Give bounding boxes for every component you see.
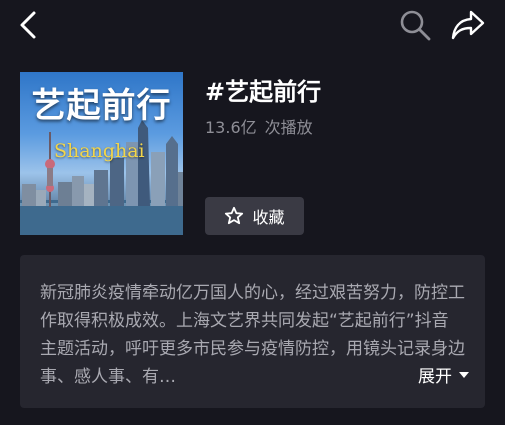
back-chevron-icon[interactable] <box>16 10 42 40</box>
star-outline-icon <box>225 206 244 225</box>
play-count: 13.6亿 次播放 <box>205 114 321 138</box>
favorite-button-label: 收藏 <box>252 208 285 227</box>
description-card: 新冠肺炎疫情牵动亿万国人的心，经过艰苦努力，防控工作取得积极成效。上海文艺界共同… <box>20 255 485 408</box>
cover-city-text: Shanghai <box>54 140 145 162</box>
play-count-number: 13.6亿 <box>205 118 257 137</box>
search-icon[interactable] <box>398 8 432 42</box>
triangle-down-icon <box>459 371 469 378</box>
share-arrow-icon[interactable] <box>450 9 486 41</box>
top-bar <box>0 0 505 50</box>
play-count-label: 次播放 <box>264 118 313 137</box>
cover-title-text: 艺起前行 <box>31 86 172 126</box>
favorite-button[interactable]: 收藏 <box>205 197 304 235</box>
topic-cover-image[interactable]: 艺起前行 Shanghai <box>20 72 183 235</box>
expand-label: 展开 <box>418 367 452 387</box>
description-text: 新冠肺炎疫情牵动亿万国人的心，经过艰苦努力，防控工作取得积极成效。上海文艺界共同… <box>40 283 465 387</box>
topic-title: #艺起前行 <box>205 78 322 106</box>
expand-button[interactable]: 展开 <box>410 362 470 387</box>
